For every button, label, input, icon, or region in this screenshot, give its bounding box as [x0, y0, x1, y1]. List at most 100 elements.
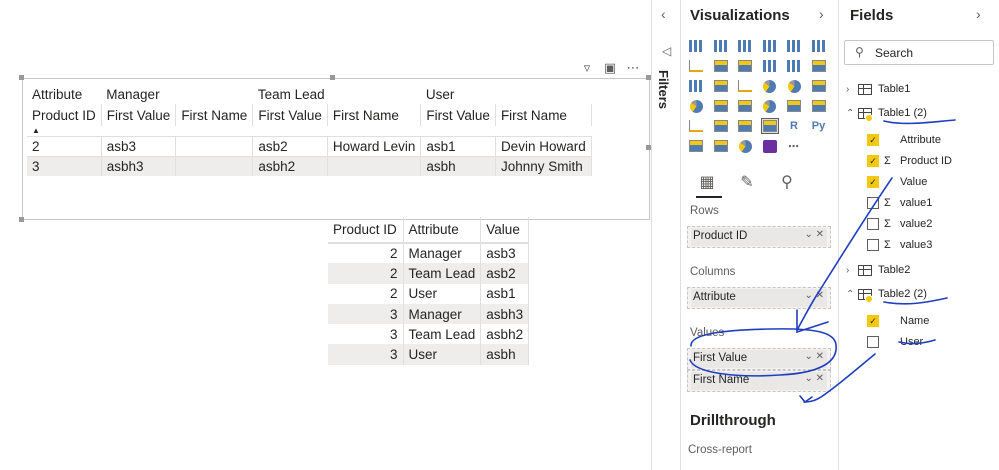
card-icon[interactable] [785, 98, 803, 114]
checkbox-unchecked[interactable] [867, 218, 879, 230]
line-column-icon[interactable] [761, 58, 779, 74]
shape-map-icon[interactable] [736, 98, 754, 114]
filled-map-icon[interactable] [712, 98, 730, 114]
chevron-right-icon[interactable]: › [846, 84, 858, 95]
field-item[interactable]: Σ value1 [867, 194, 932, 212]
row-header[interactable]: Product ID [27, 104, 102, 126]
pill-controls[interactable]: ⌄ ✕ [804, 229, 824, 240]
scatter-icon[interactable] [736, 78, 754, 94]
chevron-up-icon[interactable]: ⌃ [846, 289, 858, 300]
focus-mode-icon[interactable]: ▣ [603, 60, 617, 76]
field-item[interactable]: Σ value3 [867, 236, 932, 254]
donut-icon[interactable] [785, 78, 803, 94]
line-icon[interactable] [687, 58, 705, 74]
chevron-right-icon[interactable]: › [819, 6, 824, 22]
columns-field-pill[interactable]: Attribute ⌄ ✕ [691, 289, 827, 307]
field-item[interactable]: Σ value2 [867, 215, 932, 233]
rows-field-pill[interactable]: Product ID ⌄ ✕ [691, 228, 827, 246]
chevron-right-icon[interactable]: › [846, 265, 858, 276]
column-header[interactable]: Product ID [328, 217, 404, 244]
checkbox-checked[interactable]: ✓ [867, 155, 879, 167]
stacked-bar-icon[interactable] [687, 38, 705, 54]
chevron-up-icon[interactable]: ⌃ [846, 108, 858, 119]
kpi-icon[interactable] [687, 118, 705, 134]
table-icon[interactable] [736, 118, 754, 134]
field-item[interactable]: User [867, 333, 923, 351]
line-clustered-icon[interactable] [785, 58, 803, 74]
filters-label[interactable]: Filters [656, 70, 671, 109]
column-group-header[interactable]: User [421, 84, 591, 104]
values-well-item[interactable]: First Name ⌄ ✕ [687, 370, 831, 392]
clustered-column-icon[interactable] [761, 38, 779, 54]
stacked-area-icon[interactable] [736, 58, 754, 74]
sub-header[interactable]: First Name [327, 104, 422, 126]
key-influencers-icon[interactable] [687, 138, 705, 154]
sub-header[interactable]: First Name [495, 104, 592, 126]
matrix-corner-header[interactable]: Attribute [27, 84, 101, 104]
chevron-right-icon[interactable]: › [976, 6, 981, 22]
field-table-table1-2[interactable]: ⌃ Table1 (2) [846, 104, 927, 122]
r-visual-icon[interactable]: R [785, 118, 803, 134]
matrix-row-header[interactable]: 3 [27, 155, 102, 176]
sub-header[interactable]: First Value [101, 104, 177, 126]
pill-controls[interactable]: ⌄ ✕ [804, 290, 824, 301]
pill-controls[interactable]: ⌄ ✕ [804, 351, 824, 362]
fields-tab-icon[interactable]: ▦ [696, 172, 718, 192]
power-apps-icon[interactable] [761, 138, 779, 154]
field-item[interactable]: ✓ Attribute [867, 131, 941, 149]
funnel-chart-icon[interactable] [712, 78, 730, 94]
rows-well[interactable]: Product ID ⌄ ✕ [687, 226, 831, 248]
matrix-icon[interactable] [760, 118, 779, 134]
python-visual-icon[interactable]: Py [810, 118, 828, 134]
ribbon-icon[interactable] [810, 58, 828, 74]
values-field-pill[interactable]: First Value ⌄ ✕ [691, 350, 827, 368]
fields-search-input[interactable]: ⚲ Search [844, 40, 994, 65]
pill-controls[interactable]: ⌄ ✕ [804, 373, 824, 384]
clustered-bar-icon[interactable] [736, 38, 754, 54]
field-table-table2[interactable]: › Table2 [846, 261, 910, 279]
filters-pane-collapsed[interactable]: ‹ ◁ Filters [651, 0, 681, 470]
field-item[interactable]: ✓ Name [867, 312, 929, 330]
resize-handle[interactable] [19, 217, 24, 222]
flat-table-visual[interactable]: Product ID Attribute Value 2 Manager asb… [328, 217, 530, 365]
100-bar-icon[interactable] [785, 38, 803, 54]
chevron-left-icon[interactable]: ‹ [661, 6, 666, 22]
column-group-header[interactable]: Team Lead [253, 84, 421, 104]
matrix-table[interactable]: Attribute Manager Team Lead User Product… [27, 84, 592, 176]
column-header[interactable]: Value [480, 217, 530, 244]
field-item[interactable]: ✓ Value [867, 173, 927, 191]
more-visuals-icon[interactable]: ⋯ [785, 138, 803, 154]
map-icon[interactable] [687, 98, 705, 114]
checkbox-checked[interactable]: ✓ [867, 176, 879, 188]
values-well-item[interactable]: First Value ⌄ ✕ [687, 348, 831, 370]
multirow-card-icon[interactable] [810, 98, 828, 114]
waterfall-icon[interactable] [687, 78, 705, 94]
field-item[interactable]: ✓ Σ Product ID [867, 152, 952, 170]
treemap-icon[interactable] [810, 78, 828, 94]
checkbox-checked[interactable]: ✓ [867, 134, 879, 146]
checkbox-unchecked[interactable] [867, 197, 879, 209]
columns-well[interactable]: Attribute ⌄ ✕ [687, 287, 831, 309]
checkbox-unchecked[interactable] [867, 336, 879, 348]
sub-header[interactable]: First Value [252, 104, 328, 126]
area-icon[interactable] [712, 58, 730, 74]
format-paint-icon[interactable]: ✎ [736, 172, 758, 192]
pie-icon[interactable] [761, 78, 779, 94]
matrix-row-header[interactable]: 2 [27, 135, 102, 156]
gauge-icon[interactable] [761, 98, 779, 114]
100-column-icon[interactable] [810, 38, 828, 54]
decomposition-tree-icon[interactable] [712, 138, 730, 154]
resize-handle[interactable] [330, 75, 335, 80]
analytics-magnifier-icon[interactable]: ⚲ [776, 172, 798, 192]
column-header[interactable]: Attribute [403, 217, 482, 244]
checkbox-unchecked[interactable] [867, 239, 879, 251]
qna-icon[interactable] [736, 138, 754, 154]
checkbox-checked[interactable]: ✓ [867, 315, 879, 327]
field-table-table2-2[interactable]: ⌃ Table2 (2) [846, 285, 927, 303]
more-options-icon[interactable]: ⋯ [626, 60, 640, 76]
sub-header[interactable]: First Name [175, 104, 254, 126]
sub-header[interactable]: First Value [420, 104, 496, 126]
filter-icon[interactable]: ▿ [580, 60, 594, 76]
values-field-pill[interactable]: First Name ⌄ ✕ [691, 372, 827, 390]
sort-ascending-icon[interactable]: ▲ [27, 126, 101, 136]
